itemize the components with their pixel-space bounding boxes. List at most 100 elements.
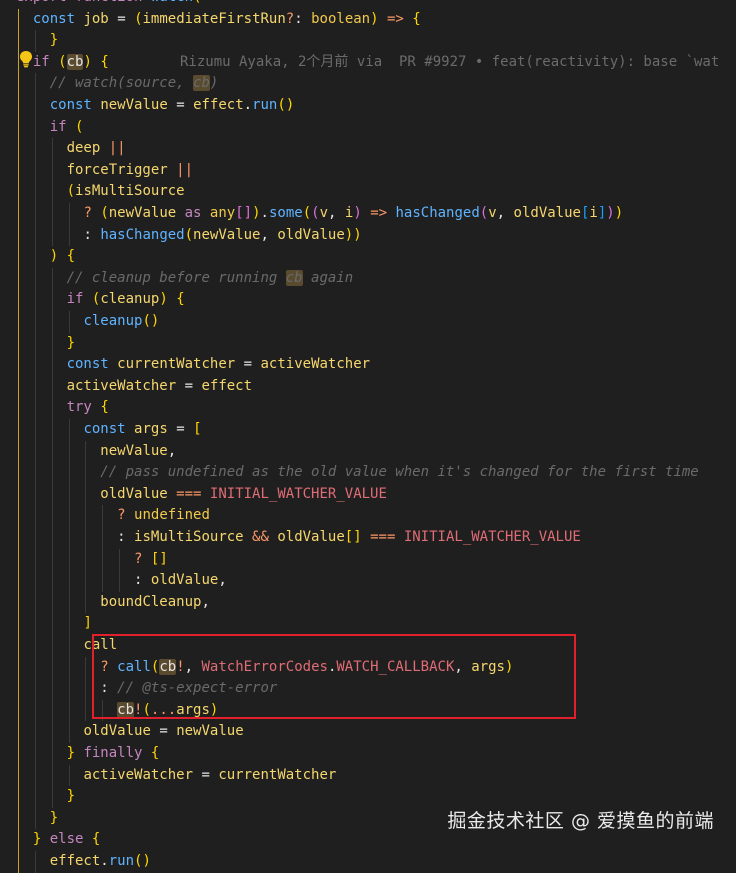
code-line[interactable]: (isMultiSource: [16, 181, 736, 203]
indent-guide: [34, 548, 36, 571]
code-line[interactable]: if (: [16, 117, 736, 139]
indent-guide: [51, 375, 53, 398]
code-line[interactable]: const currentWatcher = activeWatcher: [16, 354, 736, 376]
indent-guide: [18, 656, 19, 679]
code-line[interactable]: : oldValue,: [16, 570, 736, 592]
indent-guide: [18, 483, 19, 506]
indent-guide: [18, 786, 19, 808]
code-line[interactable]: const newValue = effect.run(): [16, 95, 736, 117]
indent-guide: [85, 699, 87, 722]
indent-guide: [51, 462, 53, 484]
code-line[interactable]: // cleanup before running cb again: [16, 268, 736, 290]
indent-guide: [51, 764, 53, 787]
indent-guide: [34, 721, 36, 743]
code-line[interactable]: } finally {: [16, 743, 736, 765]
indent-guide: [18, 73, 19, 95]
code-line[interactable]: oldValue = newValue: [16, 721, 736, 743]
indent-guide: [34, 764, 36, 787]
indent-guide: [34, 440, 36, 463]
code-line[interactable]: : hasChanged(newValue, oldValue)): [16, 225, 736, 247]
indent-guide: [51, 505, 53, 527]
code-line[interactable]: : isMultiSource && oldValue[] === INITIA…: [16, 527, 736, 549]
code-line[interactable]: }: [16, 786, 736, 808]
indent-guide: [51, 548, 53, 571]
code-line[interactable]: ? undefined: [16, 505, 736, 527]
indent-guide: [51, 483, 53, 506]
indent-guide: [18, 678, 19, 700]
code-line[interactable]: cleanup(): [16, 311, 736, 333]
indent-guide: [34, 116, 36, 139]
indent-guide: [68, 721, 70, 743]
code-line[interactable]: // pass undefined as the old value when …: [16, 462, 736, 484]
code-line[interactable]: oldValue === INITIAL_WATCHER_VALUE: [16, 484, 736, 506]
code-line[interactable]: ]: [16, 613, 736, 635]
indent-guide: [34, 30, 36, 52]
indent-guide: [18, 613, 19, 635]
code-line[interactable]: effect.run(): [16, 851, 736, 873]
indent-guide: [34, 419, 36, 441]
indent-guide: [68, 462, 70, 484]
code-line[interactable]: activeWatcher = effect: [16, 376, 736, 398]
indent-guide: [34, 95, 36, 117]
code-line[interactable]: // watch(source, cb): [16, 73, 736, 95]
indent-guide: [85, 462, 87, 484]
indent-guide: [34, 462, 36, 484]
indent-guide: [51, 699, 53, 722]
code-line[interactable]: newValue,: [16, 441, 736, 463]
indent-guide: [34, 375, 36, 398]
code-line[interactable]: deep ||: [16, 138, 736, 160]
indent-guide: [18, 159, 19, 182]
indent-guide: [68, 635, 70, 657]
indent-guide: [34, 203, 36, 225]
indent-guide: [34, 138, 36, 160]
indent-guide: [51, 591, 53, 614]
indent-guide: [34, 289, 36, 311]
indent-guide: [18, 462, 19, 484]
code-line[interactable]: const args = [: [16, 419, 736, 441]
code-line[interactable]: boundCleanup,: [16, 592, 736, 614]
code-line[interactable]: try {: [16, 397, 736, 419]
indent-guide: [18, 30, 19, 52]
indent-guide: [85, 570, 87, 592]
code-line[interactable]: forceTrigger ||: [16, 160, 736, 182]
indent-guide: [18, 289, 19, 311]
indent-guide: [18, 203, 19, 225]
indent-guide: [102, 505, 104, 527]
code-line[interactable]: }: [16, 333, 736, 355]
indent-guide: [68, 548, 70, 571]
indent-guide: [68, 505, 70, 527]
indent-guide: [68, 764, 70, 787]
indent-guide: [18, 743, 19, 765]
code-line[interactable]: activeWatcher = currentWatcher: [16, 765, 736, 787]
code-editor[interactable]: export function watch( const job = (imme…: [0, 0, 736, 873]
indent-guide: [34, 483, 36, 506]
indent-guide: [51, 635, 53, 657]
indent-guide: [85, 591, 87, 614]
code-line[interactable]: export function watch(: [16, 0, 736, 9]
indent-guide: [51, 527, 53, 549]
indent-guide: [85, 678, 87, 700]
indent-guide: [68, 419, 70, 441]
indent-guide: [51, 786, 53, 808]
code-line[interactable]: ? (newValue as any[]).some((v, i) => has…: [16, 203, 736, 225]
code-line[interactable]: const job = (immediateFirstRun?: boolean…: [16, 9, 736, 31]
indent-guide: [18, 721, 19, 743]
indent-guide: [34, 246, 36, 268]
indent-guide: [34, 635, 36, 657]
code-line[interactable]: ? []: [16, 549, 736, 571]
code-line[interactable]: }: [16, 30, 736, 52]
indent-guide: [68, 699, 70, 722]
indent-guide: [85, 483, 87, 506]
indent-guide: [68, 613, 70, 635]
indent-guide: [51, 181, 53, 203]
indent-guide: [34, 807, 36, 830]
indent-guide: [18, 440, 19, 463]
indent-guide: [34, 613, 36, 635]
indent-guide: [34, 311, 36, 333]
code-line[interactable]: if (cleanup) {: [16, 289, 736, 311]
lightbulb-icon[interactable]: [18, 50, 34, 68]
indent-guide: [18, 764, 19, 787]
indent-guide: [18, 224, 19, 247]
indent-guide: [51, 289, 53, 311]
code-line[interactable]: ) {: [16, 246, 736, 268]
